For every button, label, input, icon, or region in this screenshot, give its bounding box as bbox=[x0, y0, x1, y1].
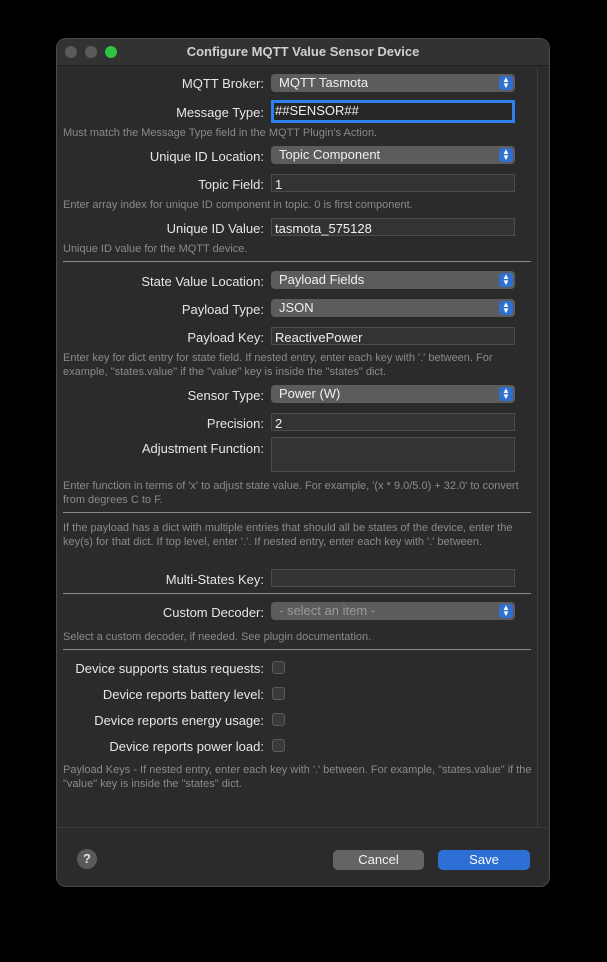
cancel-button[interactable]: Cancel bbox=[333, 850, 424, 870]
decoder-value: - select an item - bbox=[279, 603, 376, 618]
separator bbox=[63, 593, 531, 594]
state-location-popup[interactable]: Payload Fields ▲ ▼ bbox=[271, 271, 515, 289]
uid-location-popup[interactable]: Topic Component ▲ ▼ bbox=[271, 146, 515, 164]
topic-field-label: Topic Field: bbox=[198, 177, 264, 192]
payload-type-value: JSON bbox=[279, 300, 314, 315]
help-button[interactable]: ? bbox=[77, 849, 97, 869]
checkbox-power-load[interactable] bbox=[272, 739, 285, 752]
checkbox-label-status-requests: Device supports status requests: bbox=[75, 661, 264, 676]
uid-location-value: Topic Component bbox=[279, 147, 381, 162]
precision-input[interactable]: 2 bbox=[271, 413, 515, 431]
uid-value-label: Unique ID Value: bbox=[166, 221, 264, 236]
configure-dialog: Configure MQTT Value Sensor Device MQTT … bbox=[56, 38, 550, 887]
state-location-label: State Value Location: bbox=[141, 274, 264, 289]
chevron-updown-icon: ▲ ▼ bbox=[499, 76, 513, 90]
payload-keys-hint: Payload Keys - If nested entry, enter ea… bbox=[63, 764, 532, 790]
message-type-field[interactable]: ##SENSOR## bbox=[271, 100, 515, 123]
payload-key-input[interactable]: ReactivePower bbox=[271, 327, 515, 345]
checkbox-battery-level[interactable] bbox=[272, 687, 285, 700]
multi-states-label: Multi-States Key: bbox=[165, 572, 264, 587]
payload-key-hint: Enter key for dict entry for state field… bbox=[63, 352, 493, 378]
sensor-type-value: Power (W) bbox=[279, 386, 341, 401]
uid-value-hint: Unique ID value for the MQTT device. bbox=[63, 243, 248, 255]
chevron-updown-icon: ▲ ▼ bbox=[499, 604, 513, 618]
sensor-type-label: Sensor Type: bbox=[187, 388, 264, 403]
topic-field-hint: Enter array index for unique ID componen… bbox=[63, 199, 413, 211]
message-type-hint: Must match the Message Type field in the… bbox=[63, 127, 378, 139]
chevron-updown-icon: ▲ ▼ bbox=[499, 273, 513, 287]
precision-label: Precision: bbox=[206, 416, 264, 431]
payload-type-label: Payload Type: bbox=[181, 302, 264, 317]
decoder-popup[interactable]: - select an item - ▲ ▼ bbox=[271, 602, 515, 620]
payload-key-label: Payload Key: bbox=[187, 330, 264, 345]
checkbox-label-power-load: Device reports power load: bbox=[109, 739, 264, 754]
broker-value: MQTT Tasmota bbox=[279, 75, 369, 90]
sensor-type-popup[interactable]: Power (W) ▲ ▼ bbox=[271, 385, 515, 403]
chevron-updown-icon: ▲ ▼ bbox=[499, 301, 513, 315]
checkbox-label-battery-level: Device reports battery level: bbox=[102, 687, 264, 702]
form-content: MQTT Broker: MQTT Tasmota ▲ ▼ Message Typ… bbox=[57, 39, 549, 886]
uid-value-input[interactable]: tasmota_575128 bbox=[271, 218, 515, 236]
decoder-hint: Select a custom decoder, if needed. See … bbox=[63, 631, 372, 643]
checkbox-energy-usage[interactable] bbox=[272, 713, 285, 726]
multi-states-input[interactable] bbox=[271, 569, 515, 587]
adjustment-label: Adjustment Function: bbox=[141, 441, 264, 456]
chevron-updown-icon: ▲ ▼ bbox=[499, 387, 513, 401]
state-location-value: Payload Fields bbox=[279, 272, 365, 287]
topic-field-input[interactable]: 1 bbox=[271, 174, 515, 192]
broker-popup[interactable]: MQTT Tasmota ▲ ▼ bbox=[271, 74, 515, 92]
save-button[interactable]: Save bbox=[438, 850, 530, 870]
checkbox-label-energy-usage: Device reports energy usage: bbox=[94, 713, 264, 728]
footer-divider bbox=[57, 827, 549, 828]
broker-label: MQTT Broker: bbox=[181, 76, 264, 91]
chevron-updown-icon: ▲ ▼ bbox=[499, 148, 513, 162]
separator bbox=[63, 261, 531, 262]
decoder-label: Custom Decoder: bbox=[162, 605, 264, 620]
multi-states-hint: If the payload has a dict with multiple … bbox=[63, 522, 513, 548]
message-type-label: Message Type: bbox=[176, 105, 264, 120]
adjustment-textarea[interactable] bbox=[271, 437, 515, 472]
adjustment-hint: Enter function in terms of 'x' to adjust… bbox=[63, 480, 519, 506]
uid-location-label: Unique ID Location: bbox=[149, 149, 264, 164]
payload-type-popup[interactable]: JSON ▲ ▼ bbox=[271, 299, 515, 317]
separator bbox=[63, 649, 531, 650]
separator bbox=[63, 512, 531, 513]
checkbox-status-requests[interactable] bbox=[272, 661, 285, 674]
